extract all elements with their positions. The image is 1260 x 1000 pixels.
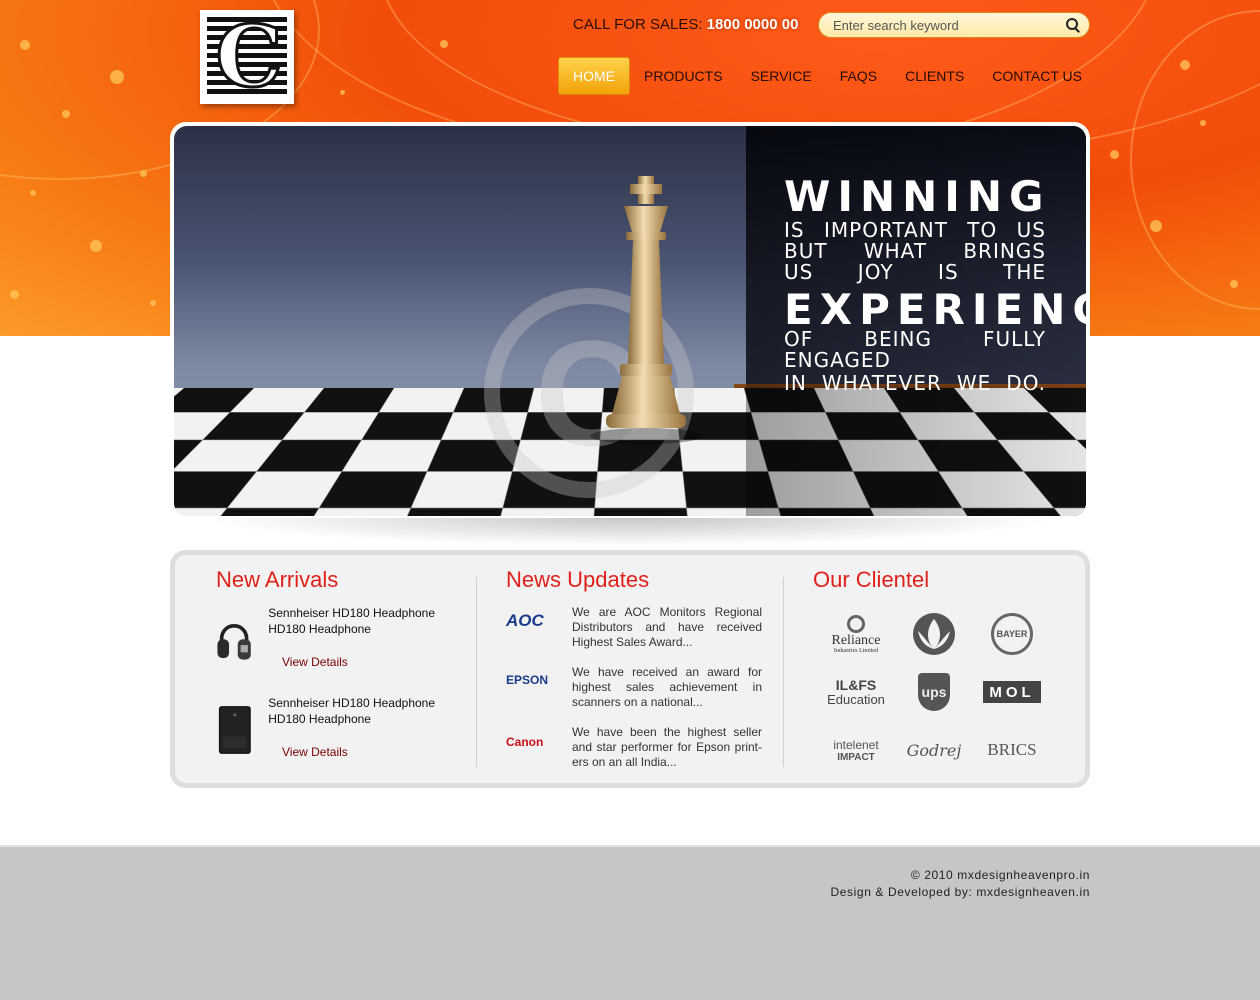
banner-shadow (200, 518, 1060, 546)
view-details-link[interactable]: View Details (282, 745, 348, 759)
view-details-link[interactable]: View Details (282, 655, 348, 669)
nav-item-faqs[interactable]: FAQS (826, 57, 891, 95)
godrej-logo[interactable]: Godrej (895, 721, 973, 779)
sales-phone-label: CALL FOR SALES: (573, 16, 703, 33)
news-item[interactable]: EPSON We have received an award for high… (506, 665, 766, 725)
decor-dot (10, 290, 19, 299)
brics-label: BRICS (987, 740, 1037, 759)
canon-logo: Canon (506, 735, 544, 749)
intelenet-label: intelenet (833, 737, 879, 752)
reliance-logo[interactable]: Reliance Industries Limited (817, 605, 895, 663)
banner-slogan: WINNING IS IMPORTANT TO US BUT WHAT BRIN… (784, 172, 1086, 395)
slogan-line: US JOY IS THE (784, 260, 1046, 284)
slogan-line: OF BEING FULLY ENGAGED (784, 327, 1046, 372)
column-divider (783, 577, 784, 767)
ups-logo[interactable]: ups (895, 663, 973, 721)
news-text: We are AOC Monitors Regional Distributor… (572, 605, 762, 649)
nav-item-products[interactable]: PRODUCTS (630, 57, 737, 95)
lotus-logo[interactable] (895, 605, 973, 663)
news-item[interactable]: Canon We have been the highest seller an… (506, 725, 766, 785)
logo-mark: C (207, 7, 287, 106)
main-nav: HOME PRODUCTS SERVICE FAQS CLIENTS CONTA… (558, 57, 1096, 95)
decor-dot (440, 40, 448, 48)
banner-frame: C WINNING IS IMPORTANT TO US BUT WHAT BR… (170, 122, 1090, 520)
reliance-label: Reliance (831, 632, 881, 648)
product-title: Sennheiser HD180 Headphone HD180 Headpho… (268, 696, 436, 726)
site-logo[interactable]: C (200, 10, 294, 104)
decor-dot (150, 300, 156, 306)
nav-item-clients[interactable]: CLIENTS (891, 57, 978, 95)
search-input[interactable] (833, 17, 1065, 33)
sales-phone: CALL FOR SALES: 1800 0000 00 (573, 16, 798, 33)
ilfs-logo[interactable]: IL&FS Education (817, 663, 895, 721)
reliance-sublabel: Industries Limited (833, 647, 879, 654)
new-arrivals-title: New Arrivals (216, 567, 339, 592)
product-item: Sennheiser HD180 Headphone HD180 Headpho… (216, 695, 466, 785)
ilfs-label: IL&FS (835, 676, 877, 693)
decor-dot (140, 170, 147, 177)
decor-dot (110, 70, 124, 84)
search-box (818, 12, 1090, 38)
product-item: Sennheiser HD180 Headphone HD180 Headpho… (216, 605, 466, 695)
content-panel: New Arrivals Sennheiser HD180 Headphone … (170, 550, 1090, 788)
decor-dot (1150, 220, 1162, 232)
news-text: We have received an award for highest sa… (572, 665, 762, 709)
client-logo-grid: Reliance Industries Limited BAYER IL&FS (817, 605, 1063, 779)
slogan-winning: WINNING (784, 172, 1051, 221)
column-divider (476, 577, 477, 767)
ups-label: ups (918, 673, 950, 711)
footer-credit: Design & Developed by: mxdesignheaven.in (830, 885, 1090, 899)
slogan-line: BUT WHAT BRINGS (784, 239, 1046, 263)
slogan-line: IS IMPORTANT TO US (784, 218, 1046, 242)
decor-dot (90, 240, 102, 252)
ilfs-sublabel: Education (827, 691, 885, 707)
sales-phone-number: 1800 0000 00 (706, 16, 799, 33)
decor-dot (340, 90, 345, 95)
decor-dot (1200, 120, 1206, 126)
decor-dot (30, 190, 36, 196)
brics-logo[interactable]: BRICS (973, 721, 1051, 779)
headphone-icon[interactable] (216, 605, 252, 675)
new-arrivals-section: New Arrivals Sennheiser HD180 Headphone … (216, 567, 466, 785)
intelenet-logo[interactable]: intelenet IMPACT (817, 721, 895, 779)
search-icon[interactable] (1065, 17, 1081, 33)
news-item[interactable]: AOC We are AOC Monitors Regional Distrib… (506, 605, 766, 665)
lotus-logo-icon (913, 613, 955, 655)
mol-label: MOL (983, 681, 1041, 703)
aoc-logo: AOC (506, 611, 544, 630)
footer-copyright: © 2010 mxdesignheavenpro.in (910, 868, 1090, 882)
decor-dot (20, 40, 30, 50)
news-text: We have been the highest seller and star… (572, 725, 762, 769)
decor-dot (62, 110, 70, 118)
news-title: News Updates (506, 567, 650, 592)
mol-logo[interactable]: MOL (973, 663, 1051, 721)
slogan-line: IN WHATEVER WE DO. (784, 371, 1046, 395)
epson-logo: EPSON (506, 673, 549, 687)
bayer-label: BAYER (991, 613, 1033, 655)
hero-banner: C WINNING IS IMPORTANT TO US BUT WHAT BR… (174, 126, 1086, 516)
nav-item-contact-us[interactable]: CONTACT US (978, 57, 1096, 95)
chess-king-icon (590, 176, 702, 444)
nav-item-home[interactable]: HOME (558, 57, 630, 95)
decor-dot (1230, 280, 1238, 288)
nav-item-service[interactable]: SERVICE (737, 57, 826, 95)
hard-drive-icon[interactable] (216, 695, 252, 765)
godrej-label: Godrej (906, 740, 962, 760)
clientel-title: Our Clientel (813, 567, 930, 592)
logo-letter-icon: C (214, 7, 284, 106)
product-title: Sennheiser HD180 Headphone HD180 Headpho… (268, 606, 436, 636)
intelenet-sublabel: IMPACT (837, 751, 875, 763)
bayer-logo[interactable]: BAYER (973, 605, 1051, 663)
decor-dot (1110, 150, 1119, 159)
news-section: News Updates AOC We are AOC Monitors Reg… (506, 567, 766, 785)
page-footer: © 2010 mxdesignheavenpro.in Design & Dev… (0, 845, 1260, 1000)
clientel-section: Our Clientel Reliance Industries Limited (813, 567, 1063, 779)
decor-dot (1180, 60, 1190, 70)
